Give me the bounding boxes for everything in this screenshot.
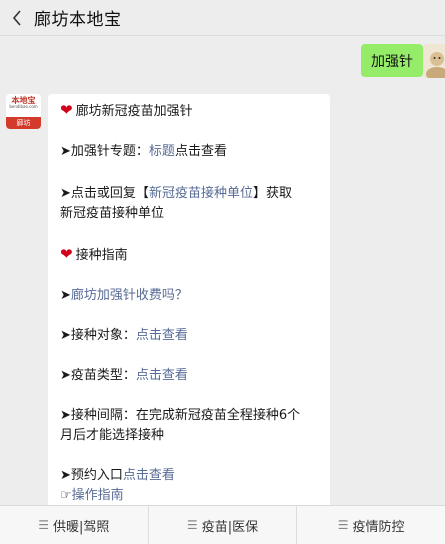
message-line-target: ➤接种对象：点击查看 xyxy=(60,328,188,343)
message-line-reply-cont: 新冠疫苗接种单位 xyxy=(60,206,165,221)
link-type-view[interactable]: 点击查看 xyxy=(136,368,188,383)
user-message-text: 加强针 xyxy=(371,53,413,70)
link-booster-fee[interactable]: 廊坊加强针收费吗？ xyxy=(71,288,188,303)
message-line-special-topic: ➤加强针专题：标题点击查看 xyxy=(60,144,227,159)
message-line-booking: ➤预约入口点击查看 xyxy=(60,468,175,483)
bottom-menu-bar: ☰ 供暖|驾照 ☰ 疫苗|医保 ☰ 疫情防控 xyxy=(0,505,445,544)
message-line-interval: ➤接种间隔：在完成新冠疫苗全程接种6个 xyxy=(60,408,301,423)
pointing-hand-icon: ☞ xyxy=(60,488,72,503)
menu-icon: ☰ xyxy=(337,518,349,532)
message-line-guide: ❤ 接种指南 xyxy=(60,245,128,263)
message-line-interval-cont: 月后才能选择接种 xyxy=(60,428,165,443)
heart-icon: ❤ xyxy=(60,101,73,119)
avatar-logo-city: 廊坊 xyxy=(6,117,41,129)
message-line-operation: ☞操作指南 xyxy=(60,486,322,506)
avatar-logo-url: bendibao.com xyxy=(9,104,38,109)
link-booking-view[interactable]: 点击查看 xyxy=(123,468,175,483)
link-target-view[interactable]: 点击查看 xyxy=(136,328,188,343)
link-title[interactable]: 标题 xyxy=(149,144,175,159)
bot-message-bubble: ❤ 廊坊新冠疫苗加强针 ➤加强针专题：标题点击查看 ➤点击或回复【新冠疫苗接种单位… xyxy=(48,94,330,514)
chat-header: 廊坊本地宝 xyxy=(0,0,445,36)
message-line-title: ❤ 廊坊新冠疫苗加强针 xyxy=(60,101,193,119)
bot-avatar[interactable]: 本地宝 bendibao.com 廊坊 xyxy=(6,94,41,129)
user-message-bubble[interactable]: 加强针 xyxy=(361,44,429,77)
message-line-reply: ➤点击或回复【新冠疫苗接种单位】获取 xyxy=(60,186,292,201)
menu-item-vaccine-insurance[interactable]: ☰ 疫苗|医保 xyxy=(147,506,297,544)
menu-item-epidemic-control[interactable]: ☰ 疫情防控 xyxy=(296,506,445,544)
message-line-type: ➤疫苗类型：点击查看 xyxy=(60,368,188,383)
menu-icon: ☰ xyxy=(186,518,198,532)
user-avatar[interactable] xyxy=(423,44,445,78)
heart-icon: ❤ xyxy=(60,245,73,263)
menu-icon: ☰ xyxy=(38,518,50,532)
link-click-view[interactable]: 点击查看 xyxy=(175,144,227,159)
chat-title: 廊坊本地宝 xyxy=(34,10,122,30)
link-operation-guide[interactable]: 操作指南 xyxy=(72,488,124,503)
message-line-fee: ➤廊坊加强针收费吗？ xyxy=(60,288,188,303)
menu-item-heating-license[interactable]: ☰ 供暖|驾照 xyxy=(0,506,148,544)
link-vaccination-units[interactable]: 新冠疫苗接种单位 xyxy=(149,186,253,201)
chevron-left-icon[interactable] xyxy=(2,0,32,36)
